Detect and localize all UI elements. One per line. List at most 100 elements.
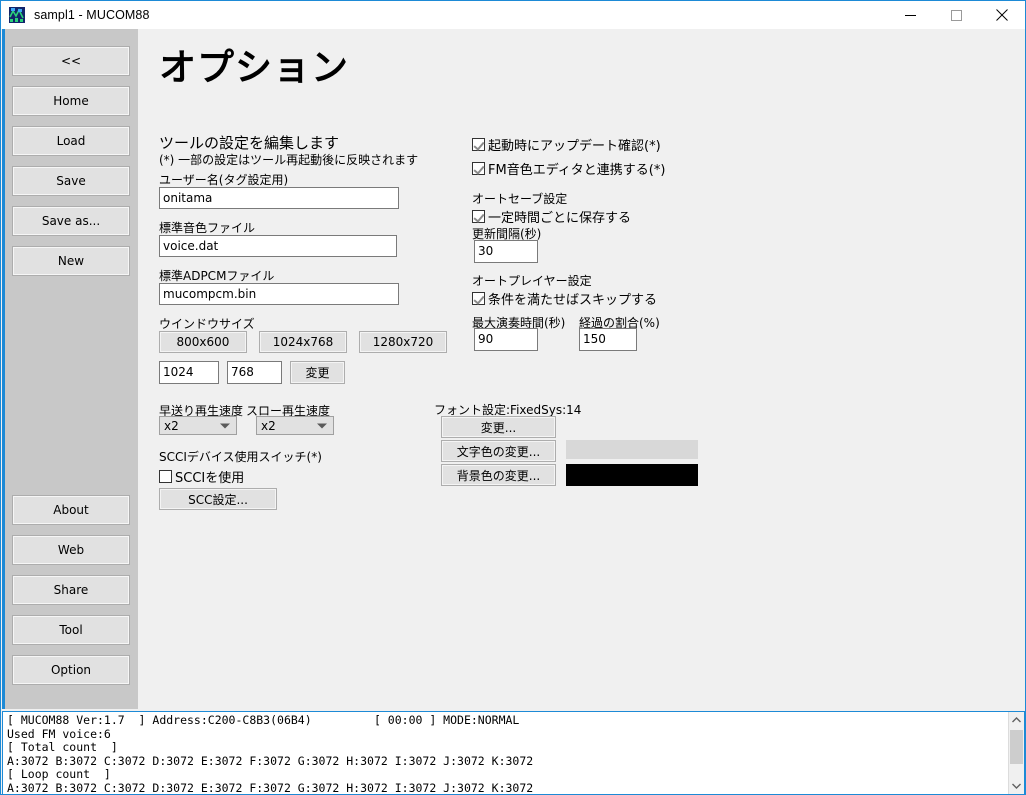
console-line-5: [ Loop count ]	[7, 767, 111, 781]
apply-window-size-button[interactable]: 変更	[290, 361, 345, 384]
maxtime-input[interactable]: 90	[474, 328, 538, 351]
chevron-down-icon	[220, 423, 230, 428]
sidebar-item-save[interactable]: Save	[12, 166, 130, 196]
console-line-4: A:3072 B:3072 C:3072 D:3072 E:3072 F:307…	[7, 753, 534, 768]
sidebar-item-web[interactable]: Web	[12, 535, 130, 565]
sidebar-item-option[interactable]: Option	[12, 655, 130, 685]
slow-value: x2	[261, 418, 276, 433]
adpcm-file-input[interactable]: mucompcm.bin	[159, 283, 399, 305]
sidebar-item-load[interactable]: Load	[12, 126, 130, 156]
preset-1024x768-label: 1024x768	[272, 335, 334, 349]
console-line-6: A:3072 B:3072 C:3072 D:3072 E:3072 F:307…	[7, 780, 534, 795]
sidebar-item-home[interactable]: Home	[12, 86, 130, 116]
chevron-up-icon[interactable]	[1009, 712, 1024, 728]
text-color-change-button[interactable]: 文字色の変更...	[441, 440, 556, 462]
sidebar-item-share[interactable]: Share	[12, 575, 130, 605]
sidebar-item-collapse[interactable]: <<	[12, 46, 130, 76]
preset-800x600-label: 800x600	[176, 335, 230, 349]
fm-editor-checkbox[interactable]: FM音色エディタと連携する(*)	[472, 159, 665, 178]
scci-group-label: SCCIデバイス使用スイッチ(*)	[159, 450, 322, 464]
checkbox-box	[472, 292, 485, 305]
window-title: sampl1 - MUCOM88	[34, 8, 150, 22]
bg-color-swatch	[566, 464, 698, 486]
text-color-change-label: 文字色の変更...	[456, 444, 541, 459]
autoplayer-group-label: オートプレイヤー設定	[472, 274, 592, 288]
sidebar-item-label: Web	[57, 543, 85, 557]
minimize-button[interactable]	[887, 1, 933, 29]
skip-condition-checkbox[interactable]: 条件を満たせばスキップする	[472, 289, 657, 308]
sidebar-item-tool[interactable]: Tool	[12, 615, 130, 645]
font-change-label: 変更...	[480, 420, 517, 435]
username-input[interactable]: onitama	[159, 187, 399, 209]
chevron-down-icon[interactable]	[1009, 778, 1024, 794]
adpcm-file-label: 標準ADPCMファイル	[159, 269, 275, 283]
apply-window-size-label: 変更	[305, 366, 330, 380]
fm-editor-label: FM音色エディタと連携する(*)	[488, 163, 666, 178]
sidebar-item-label: Home	[53, 94, 89, 108]
preset-800x600-button[interactable]: 800x600	[159, 331, 247, 353]
autosave-checkbox[interactable]: 一定時間ごとに保存する	[472, 207, 631, 226]
close-button[interactable]	[979, 1, 1025, 29]
autosave-label: 一定時間ごとに保存する	[488, 211, 632, 226]
page-description-line2: (*) 一部の設定はツール再起動後に反映されます	[159, 153, 419, 167]
preset-1024x768-button[interactable]: 1024x768	[259, 331, 347, 353]
console-line-1: [ MUCOM88 Ver:1.7 ] Address:C200-C8B3(06…	[7, 713, 520, 727]
checkbox-box	[472, 162, 485, 175]
sidebar-item-label: Option	[50, 663, 92, 677]
sidebar-item-new[interactable]: New	[12, 246, 130, 276]
checkbox-box	[472, 210, 485, 223]
sidebar-item-label: Save	[56, 174, 86, 188]
console-scrollbar[interactable]	[1008, 712, 1024, 794]
sidebar-item-label: Share	[53, 583, 89, 597]
window-controls	[887, 1, 1025, 29]
voice-file-input[interactable]: voice.dat	[159, 235, 397, 257]
ratio-input[interactable]: 150	[579, 328, 637, 351]
checkbox-box	[159, 470, 172, 483]
sidebar-item-label: Save as...	[41, 214, 101, 228]
skip-condition-label: 条件を満たせばスキップする	[488, 293, 658, 308]
console-text: [ MUCOM88 Ver:1.7 ] Address:C200-C8B3(06…	[7, 713, 534, 795]
checkbox-box	[472, 138, 485, 151]
slow-select[interactable]: x2	[256, 416, 334, 435]
bg-color-change-label: 背景色の変更...	[456, 468, 541, 483]
scci-enable-label: SCCIを使用	[175, 471, 245, 486]
window-size-label: ウインドウサイズ	[159, 317, 255, 331]
voice-file-label: 標準音色ファイル	[159, 221, 256, 235]
page-description-line1: ツールの設定を編集します	[159, 134, 340, 152]
window-height-input[interactable]: 768	[227, 361, 282, 384]
scc-settings-button[interactable]: SCC設定...	[159, 488, 277, 510]
scc-settings-label: SCC設定...	[188, 492, 248, 507]
app-window: sampl1 - MUCOM88 << Home Load Save Save …	[0, 0, 1026, 795]
window-width-input[interactable]: 1024	[159, 361, 219, 384]
console-line-3: [ Total count ]	[7, 740, 118, 754]
sidebar: << Home Load Save Save as... New About W…	[2, 29, 138, 709]
interval-input[interactable]: 30	[474, 240, 538, 263]
font-change-button[interactable]: 変更...	[441, 416, 556, 438]
console-line-2: Used FM voice:6	[7, 726, 111, 741]
update-check-checkbox[interactable]: 起動時にアップデート確認(*)	[472, 135, 661, 154]
main-content: オプション ツールの設定を編集します (*) 一部の設定はツール再起動後に反映さ…	[138, 29, 1025, 709]
maximize-button[interactable]	[933, 1, 979, 29]
text-color-swatch	[566, 440, 698, 459]
chevron-down-icon	[317, 423, 327, 428]
fastforward-select[interactable]: x2	[159, 416, 237, 435]
sidebar-item-label: About	[53, 503, 89, 517]
sidebar-item-label: New	[57, 254, 85, 268]
app-icon	[9, 7, 25, 23]
page-title: オプション	[159, 46, 349, 89]
bg-color-change-button[interactable]: 背景色の変更...	[441, 464, 556, 486]
preset-1280x720-button[interactable]: 1280x720	[359, 331, 447, 353]
sidebar-item-label: Load	[56, 134, 86, 148]
sidebar-item-save-as[interactable]: Save as...	[12, 206, 130, 236]
update-check-label: 起動時にアップデート確認(*)	[488, 139, 661, 154]
username-label: ユーザー名(タグ設定用)	[159, 173, 289, 187]
sidebar-item-label: <<	[60, 54, 82, 68]
autosave-group-label: オートセーブ設定	[472, 192, 568, 206]
content-bottom-spacer	[138, 704, 1025, 709]
console-output: [ MUCOM88 Ver:1.7 ] Address:C200-C8B3(06…	[2, 711, 1025, 795]
sidebar-item-about[interactable]: About	[12, 495, 130, 525]
title-bar: sampl1 - MUCOM88	[1, 1, 1025, 29]
scrollbar-thumb[interactable]	[1010, 730, 1023, 764]
fastforward-value: x2	[164, 418, 179, 433]
scci-enable-checkbox[interactable]: SCCIを使用	[159, 467, 244, 486]
